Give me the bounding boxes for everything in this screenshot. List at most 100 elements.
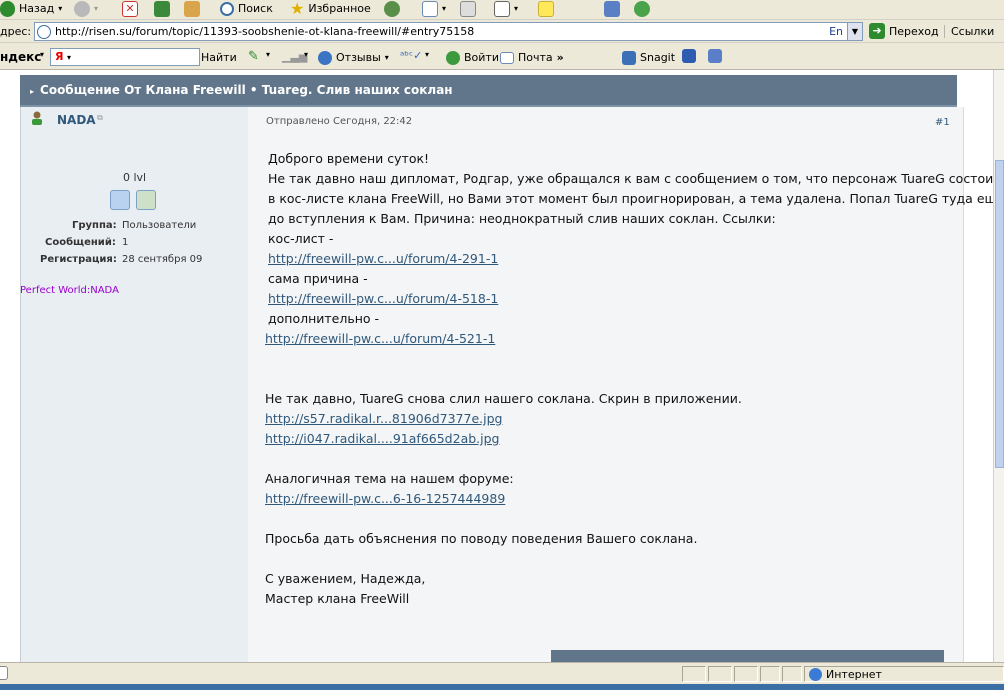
login-button[interactable]: Войти	[446, 49, 499, 67]
back-button[interactable]: Назад ▾	[0, 0, 62, 18]
address-label: дрес:	[0, 25, 32, 38]
go-arrow-icon: ➜	[869, 23, 885, 39]
post-text-line: дополнительно -	[268, 311, 380, 326]
post-text-line: Доброго времени суток!	[268, 151, 430, 166]
posted-date: Отправлено Сегодня, 22:42	[266, 116, 413, 127]
messages-label: Сообщений:	[45, 237, 116, 248]
dropdown-arrow-icon: ▾	[514, 4, 519, 13]
dropdown-arrow-icon: ▾	[94, 4, 99, 13]
history-button[interactable]	[384, 0, 400, 18]
group-value: Пользователи	[122, 220, 197, 231]
stop-button[interactable]: ✕	[122, 0, 138, 18]
post-content: Отправлено Сегодня, 22:42 #1 Доброго вре…	[248, 107, 993, 662]
forward-arrow-icon	[74, 1, 90, 17]
key-icon	[446, 51, 460, 65]
post-text-line: С уважением, Надежда,	[265, 571, 426, 586]
dropdown-arrow-icon[interactable]: ▾	[266, 50, 270, 59]
links-button[interactable]: Ссылки	[944, 25, 994, 38]
capture-edit-icon[interactable]	[708, 49, 722, 63]
group-label: Группа:	[72, 220, 117, 231]
mail-icon	[422, 1, 438, 17]
history-icon	[384, 1, 400, 17]
edit-icon	[494, 1, 510, 17]
post-link[interactable]: http://s57.radikal.r...81906d7377e.jpg	[265, 409, 502, 429]
post-text-line: Не так давно, TuareG снова слил нашего с…	[265, 391, 742, 406]
star-icon: ★	[290, 0, 305, 18]
status-cell	[682, 666, 706, 682]
profile-popup-icon[interactable]: ⧉	[97, 113, 103, 123]
standard-toolbar: Назад ▾ ▾ ✕ Поиск ★ Избранное ▾ ▾	[0, 0, 1004, 20]
spellcheck-icon[interactable]: ᵃᵇᶜ✓	[400, 49, 422, 62]
snagit-button[interactable]: Snagit	[622, 49, 675, 67]
dropdown-arrow-icon: ▾	[58, 4, 63, 13]
author-name[interactable]: NADA	[57, 113, 96, 127]
post-text-line: Не так давно наш дипломат, Родгар, уже о…	[268, 171, 993, 186]
page-viewport: ▸ Сообщение От Клана Freewill • Tuareg. С…	[0, 70, 993, 662]
search-button[interactable]: Поиск	[220, 0, 273, 18]
print-button[interactable]	[460, 0, 476, 18]
scrollbar-thumb[interactable]	[995, 160, 1004, 468]
post-link[interactable]: http://freewill-pw.c...u/forum/4-518-1	[268, 289, 498, 309]
download-icon	[604, 1, 620, 17]
dropdown-arrow-icon[interactable]: ▾	[425, 50, 429, 59]
language-indicator[interactable]: En	[829, 25, 843, 38]
go-button[interactable]: ➜ Переход	[869, 21, 939, 41]
print-icon	[460, 1, 476, 17]
capture-window-icon[interactable]	[682, 49, 696, 63]
reviews-button[interactable]: Отзывы ▾	[318, 49, 389, 67]
status-cell	[782, 666, 802, 682]
user-signature: Perfect World:NADA	[20, 285, 119, 296]
globe-icon	[809, 667, 822, 681]
favorites-button[interactable]: ★ Избранное	[290, 0, 371, 18]
add-friend-icon[interactable]	[136, 190, 156, 210]
post-text-line: в кос-листе клана FreeWill, но Вами этот…	[268, 191, 993, 206]
edit-button[interactable]: ▾	[494, 0, 518, 18]
search-icon	[220, 2, 234, 16]
registration-value: 28 сентября 09	[122, 254, 203, 265]
note-icon	[538, 1, 554, 17]
dropdown-arrow-icon: ▾	[384, 53, 389, 62]
post-link[interactable]: http://freewill-pw.c...u/forum/4-521-1	[265, 329, 495, 349]
post-text-line: кос-лист -	[268, 231, 334, 246]
mail-button[interactable]: Почта »	[500, 49, 564, 67]
post-link[interactable]: http://freewill-pw.c...6-16-1257444989	[265, 489, 505, 509]
status-cell	[708, 666, 732, 682]
messenger-icon	[634, 1, 650, 17]
post-link[interactable]: http://i047.radikal....91af665d2ab.jpg	[265, 429, 499, 449]
vertical-scrollbar[interactable]	[993, 70, 1004, 662]
mail-icon	[500, 52, 514, 64]
post-text-line: сама причина -	[268, 271, 368, 286]
refresh-button[interactable]	[154, 0, 170, 18]
stop-icon: ✕	[122, 1, 138, 17]
page-status-icon	[0, 666, 8, 680]
forward-button[interactable]: ▾	[74, 0, 98, 18]
author-level: 0 lvl	[123, 171, 147, 184]
dropdown-arrow-icon[interactable]: ▾	[40, 50, 44, 59]
mail-button[interactable]: ▾	[422, 0, 446, 18]
address-toolbar: дрес: http://risen.su/forum/topic/11393-…	[0, 20, 1004, 43]
download-button[interactable]	[604, 0, 620, 18]
dropdown-arrow-icon: ▾	[66, 53, 71, 62]
yandex-brand[interactable]: ндекс	[0, 50, 41, 64]
profile-icon[interactable]	[110, 190, 130, 210]
snagit-icon	[622, 51, 636, 65]
dropdown-arrow-icon: ▾	[442, 4, 447, 13]
pen-icon[interactable]: ✎	[248, 49, 259, 64]
home-button[interactable]	[184, 0, 200, 18]
messenger-button[interactable]	[634, 0, 650, 18]
address-url: http://risen.su/forum/topic/11393-soobsh…	[55, 25, 475, 38]
address-dropdown-button[interactable]: ▼	[847, 23, 862, 40]
user-icon	[29, 111, 45, 125]
discuss-button[interactable]	[538, 0, 554, 18]
post-text-line: Мастер клана FreeWill	[265, 591, 410, 606]
zone-cell: Интернет	[804, 666, 1004, 682]
dropdown-arrow-icon[interactable]: ▾	[304, 50, 308, 59]
back-arrow-icon	[0, 1, 15, 17]
address-field[interactable]: http://risen.su/forum/topic/11393-soobsh…	[34, 22, 863, 41]
yandex-search-input[interactable]: Я ▾	[50, 48, 200, 66]
post-number-link[interactable]: #1	[935, 117, 950, 128]
post-footer-bar	[551, 650, 944, 662]
status-cell	[760, 666, 780, 682]
post-link[interactable]: http://freewill-pw.c...u/forum/4-291-1	[268, 249, 498, 269]
yandex-find-button[interactable]: Найти	[201, 51, 237, 64]
